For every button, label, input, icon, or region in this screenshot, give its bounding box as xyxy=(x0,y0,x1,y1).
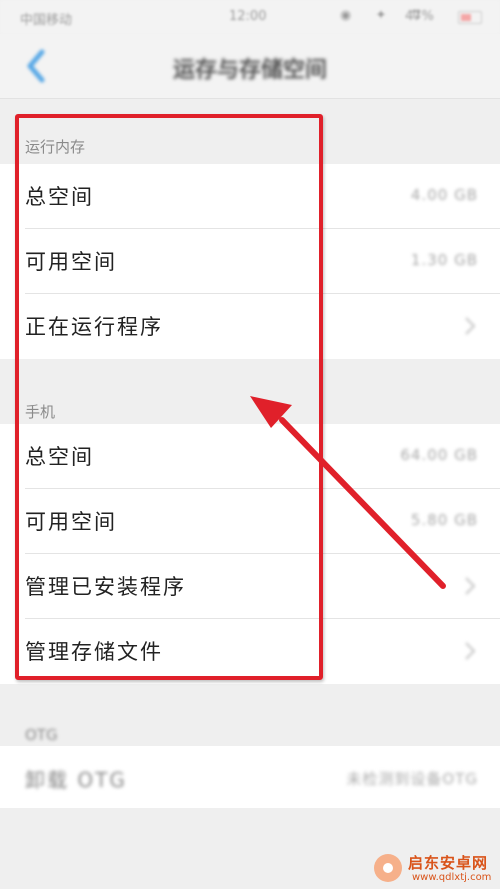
watermark-url: www.qdlxtj.com xyxy=(412,872,492,883)
chevron-right-icon xyxy=(465,642,476,660)
row-value: 64.00 GB xyxy=(400,446,478,464)
row-value: 5.80 GB xyxy=(410,511,478,529)
row-label: 卸载 OTG xyxy=(25,768,127,792)
watermark-logo: 启东安卓网 www.qdlxtj.com xyxy=(366,848,500,889)
row-value: 4.00 GB xyxy=(410,186,478,204)
battery-icon xyxy=(458,11,482,24)
page-title: 运存与存储空间 xyxy=(172,58,327,83)
watermark-title: 启东安卓网 xyxy=(408,854,489,872)
status-time: 12:00 xyxy=(229,9,267,24)
nav-bar: 运存与存储空间 xyxy=(0,34,500,99)
row-value: 未检测到设备OTG xyxy=(346,770,478,788)
list-item-unmount-otg[interactable]: 卸载 OTG 未检测到设备OTG xyxy=(0,746,500,808)
battery-percent: 47% xyxy=(405,9,434,24)
section-header-otg: OTG xyxy=(25,726,58,744)
chevron-right-icon xyxy=(465,317,476,335)
row-value: 1.30 GB xyxy=(410,251,478,269)
status-bar: 中国移动 12:00 ◉ ✦ ⇅ 47% xyxy=(0,0,500,34)
chevron-right-icon xyxy=(465,577,476,595)
highlight-box xyxy=(15,114,323,680)
watermark-icon xyxy=(374,854,402,882)
carrier-label: 中国移动 xyxy=(20,13,73,28)
